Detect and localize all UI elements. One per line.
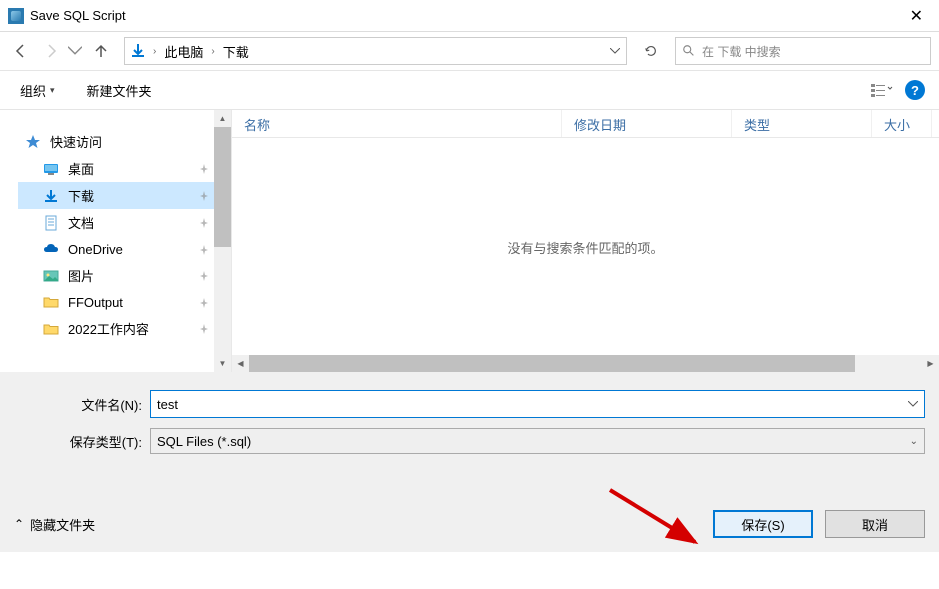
star-pin-icon — [24, 133, 42, 151]
hide-folders-toggle[interactable]: ⌃ 隐藏文件夹 — [14, 515, 95, 534]
view-options-button[interactable] — [867, 78, 897, 102]
document-icon — [42, 214, 60, 232]
sidebar: 快速访问 桌面下载文档 OneDrive 图片 FFOutput 2022工作内容 ▲ … — [0, 110, 232, 372]
chevron-down-icon — [68, 43, 82, 59]
chevron-down-icon: ⌄ — [910, 436, 918, 447]
column-header[interactable]: 类型 — [732, 110, 872, 137]
recent-dropdown[interactable] — [68, 38, 82, 64]
location-icon — [125, 38, 151, 64]
new-folder-button[interactable]: 新建文件夹 — [81, 77, 158, 104]
scrollbar-thumb[interactable] — [214, 127, 231, 247]
breadcrumb-segment[interactable]: 下载 — [217, 42, 255, 61]
desktop-icon — [42, 160, 60, 178]
pin-icon — [199, 216, 209, 231]
chevron-down-icon — [610, 48, 620, 54]
empty-state-text: 没有与搜索条件匹配的项。 — [507, 238, 663, 257]
download-icon — [42, 187, 60, 205]
arrow-right-icon — [43, 43, 59, 59]
hide-folders-label: 隐藏文件夹 — [30, 515, 95, 534]
scrollbar-thumb[interactable] — [249, 355, 855, 372]
search-placeholder: 在 下载 中搜索 — [702, 43, 781, 60]
sidebar-item-label: 2022工作内容 — [68, 319, 149, 338]
pin-icon — [199, 243, 209, 258]
toolbar: 组织 新建文件夹 ? — [0, 70, 939, 110]
column-header[interactable]: 大小 — [872, 110, 932, 137]
chevron-right-icon: › — [151, 46, 158, 57]
sidebar-scrollbar[interactable]: ▲ ▼ — [214, 110, 231, 372]
chevron-right-icon: › — [209, 46, 216, 57]
filetype-value: SQL Files (*.sql) — [157, 434, 251, 449]
help-button[interactable]: ? — [905, 80, 925, 100]
file-list: 名称修改日期类型大小 没有与搜索条件匹配的项。 ◀ ▶ — [232, 110, 939, 372]
sidebar-item-pictures[interactable]: 图片 — [18, 262, 231, 289]
scroll-left-button[interactable]: ◀ — [232, 355, 249, 372]
sidebar-item-label: 图片 — [68, 266, 94, 285]
window-title: Save SQL Script — [30, 8, 902, 23]
sidebar-item-label: OneDrive — [68, 242, 123, 257]
folder-icon — [42, 320, 60, 338]
sidebar-item-desktop[interactable]: 桌面 — [18, 155, 231, 182]
sidebar-item-label: 文档 — [68, 213, 94, 232]
pictures-icon — [42, 267, 60, 285]
up-button[interactable] — [88, 38, 114, 64]
folder-icon — [42, 293, 60, 311]
chevron-up-icon: ⌃ — [14, 517, 24, 531]
content-area: 快速访问 桌面下载文档 OneDrive 图片 FFOutput 2022工作内容 ▲ … — [0, 110, 939, 372]
filename-input-wrap — [150, 390, 925, 418]
refresh-icon — [644, 44, 658, 58]
close-button[interactable]: ✕ — [902, 6, 931, 26]
sidebar-item-document[interactable]: 文档 — [18, 209, 231, 236]
sidebar-item-label: FFOutput — [68, 295, 123, 310]
pin-icon — [199, 162, 209, 177]
scroll-down-button[interactable]: ▼ — [214, 355, 231, 372]
breadcrumb-segment[interactable]: 此电脑 — [158, 42, 209, 61]
filename-input[interactable] — [151, 391, 902, 417]
column-header-row: 名称修改日期类型大小 — [232, 110, 939, 138]
horizontal-scrollbar[interactable]: ◀ ▶ — [232, 355, 939, 372]
filetype-label: 保存类型(T): — [14, 432, 150, 451]
save-button[interactable]: 保存(S) — [713, 510, 813, 538]
sidebar-item-label: 下载 — [68, 186, 94, 205]
cancel-button[interactable]: 取消 — [825, 510, 925, 538]
sidebar-item-folder[interactable]: FFOutput — [18, 289, 231, 315]
forward-button[interactable] — [38, 38, 64, 64]
breadcrumb[interactable]: › 此电脑 › 下载 — [124, 37, 627, 65]
nav-bar: › 此电脑 › 下载 在 下载 中搜索 — [0, 32, 939, 70]
pin-icon — [199, 296, 209, 311]
filename-label: 文件名(N): — [14, 395, 150, 414]
filetype-select[interactable]: SQL Files (*.sql) ⌄ — [150, 428, 925, 454]
pin-icon — [199, 189, 209, 204]
title-bar: Save SQL Script ✕ — [0, 0, 939, 32]
app-icon — [8, 8, 24, 24]
sidebar-item-onedrive[interactable]: OneDrive — [18, 236, 231, 262]
search-input[interactable]: 在 下载 中搜索 — [675, 37, 931, 65]
refresh-button[interactable] — [637, 37, 665, 65]
arrow-up-icon — [93, 43, 109, 59]
quick-access-section[interactable]: 快速访问 — [18, 128, 231, 155]
file-list-body: 没有与搜索条件匹配的项。 — [232, 138, 939, 356]
onedrive-icon — [42, 240, 60, 258]
scroll-up-button[interactable]: ▲ — [214, 110, 231, 127]
sidebar-item-folder[interactable]: 2022工作内容 — [18, 315, 231, 342]
sidebar-item-label: 桌面 — [68, 159, 94, 178]
breadcrumb-dropdown[interactable] — [604, 48, 626, 54]
back-button[interactable] — [8, 38, 34, 64]
scroll-right-button[interactable]: ▶ — [922, 355, 939, 372]
column-header[interactable]: 修改日期 — [562, 110, 732, 137]
chevron-down-icon — [908, 401, 918, 407]
sidebar-item-download[interactable]: 下载 — [18, 182, 231, 209]
downloads-location-icon — [129, 42, 147, 60]
list-view-icon — [871, 83, 893, 97]
arrow-left-icon — [13, 43, 29, 59]
filename-dropdown[interactable] — [902, 391, 924, 417]
pin-icon — [199, 322, 209, 337]
quick-access-label: 快速访问 — [50, 132, 102, 151]
search-icon — [682, 44, 696, 58]
organize-menu[interactable]: 组织 — [14, 77, 61, 104]
bottom-pane: 文件名(N): 保存类型(T): SQL Files (*.sql) ⌄ ⌃ 隐… — [0, 372, 939, 552]
pin-icon — [199, 269, 209, 284]
column-header[interactable]: 名称 — [232, 110, 562, 137]
